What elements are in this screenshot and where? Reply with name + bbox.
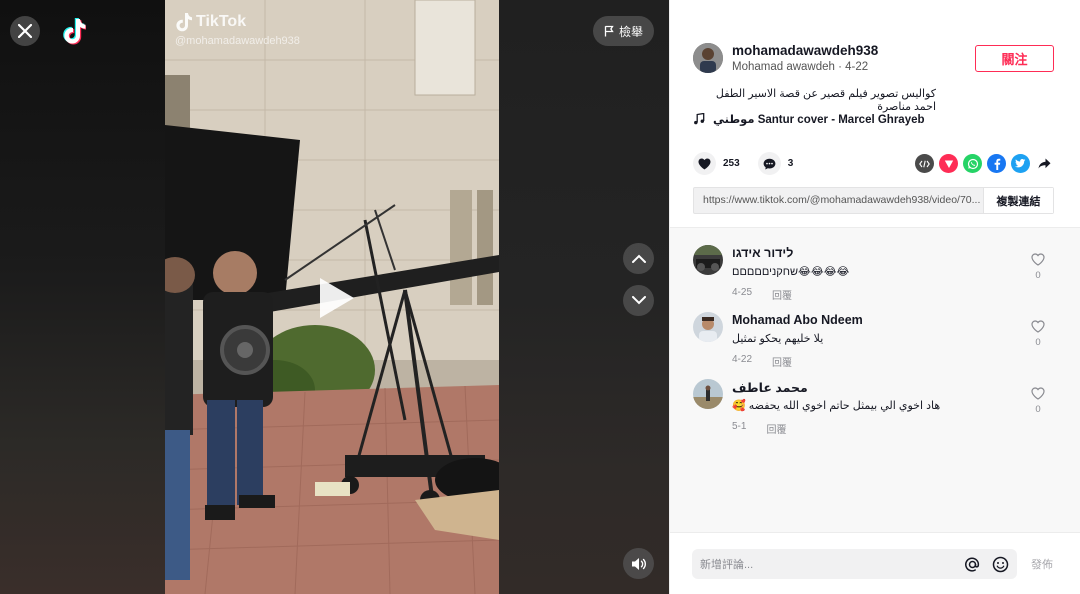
- close-icon: [18, 24, 32, 38]
- whatsapp-icon: [967, 158, 978, 169]
- comment-like-button[interactable]: 0: [1029, 320, 1047, 348]
- embed-code-icon: [919, 160, 930, 167]
- flag-icon: [604, 25, 614, 37]
- comment-like-count: 0: [1035, 404, 1041, 415]
- send-to-friends-button[interactable]: [939, 154, 958, 173]
- comment-like-button[interactable]: 0: [1029, 387, 1047, 415]
- reply-button[interactable]: 回覆: [766, 421, 786, 436]
- music-link[interactable]: موطني Santur cover - Marcel Ghrayeb: [693, 112, 925, 126]
- more-share-button[interactable]: [1035, 154, 1054, 173]
- mention-icon[interactable]: [964, 556, 981, 573]
- reply-button[interactable]: 回覆: [772, 354, 792, 369]
- twitter-share-button[interactable]: [1011, 154, 1030, 173]
- comment-meta: 5-1 回覆: [732, 421, 786, 436]
- comment-input-placeholder[interactable]: 新增評論...: [700, 556, 964, 572]
- comment-input[interactable]: 新增評論...: [692, 549, 1017, 579]
- share-arrow-icon: [1038, 158, 1051, 169]
- report-label: 檢舉: [618, 24, 643, 39]
- tiktok-watermark-icon: [176, 13, 192, 32]
- commenter-name[interactable]: محمد عاطف: [732, 380, 808, 395]
- follow-button[interactable]: 關注: [975, 45, 1054, 72]
- commenter-name[interactable]: לידור אידגו: [732, 246, 793, 260]
- comment-date: 4-22: [732, 354, 753, 365]
- commenter-avatar-image: [693, 312, 723, 342]
- comment-date: 4-25: [732, 287, 753, 298]
- heart-outline-icon: [1031, 320, 1045, 333]
- author-info[interactable]: mohamadawawdeh938 Mohamad awawdeh · 4-22: [693, 43, 878, 73]
- commenter-name[interactable]: Mohamad Abo Ndeem: [732, 313, 863, 327]
- copy-link-button[interactable]: 複製連結: [983, 188, 1053, 213]
- share-link-text[interactable]: https://www.tiktok.com/@mohamadawawdeh93…: [694, 188, 983, 213]
- commenter-avatar-image: [693, 379, 723, 409]
- engagement-stats: 253 3: [693, 152, 793, 175]
- share-link-box: https://www.tiktok.com/@mohamadawawdeh93…: [693, 187, 1054, 214]
- like-button[interactable]: [693, 152, 716, 175]
- author-display-name: Mohamad awawdeh: [732, 61, 835, 73]
- facebook-icon: [994, 158, 1000, 170]
- video-watermark: TikTok @mohamadawawdeh938: [175, 12, 300, 47]
- report-button[interactable]: 檢舉: [593, 16, 654, 46]
- close-button[interactable]: [10, 16, 40, 46]
- video-info-panel: mohamadawawdeh938 Mohamad awawdeh · 4-22…: [669, 0, 1080, 594]
- twitter-icon: [1015, 159, 1026, 168]
- speaker-icon: [631, 557, 646, 570]
- comment-date: 5-1: [732, 421, 747, 432]
- emoji-icon[interactable]: [992, 556, 1009, 573]
- author-username[interactable]: mohamadawawdeh938: [732, 43, 878, 58]
- comment-text: 🥰 هاد اخوي الي بيمثل حاتم اخوي الله يحفض…: [732, 400, 941, 412]
- next-video-button[interactable]: [623, 285, 654, 316]
- comment-meta: 4-22 回覆: [732, 354, 792, 369]
- whatsapp-share-button[interactable]: [963, 154, 982, 173]
- comment-list[interactable]: לידור אידגו שחקניםםםםם😂😂😂😂 4-25 回覆 0 Moh…: [670, 228, 1080, 532]
- watermark-brand: TikTok: [196, 13, 247, 30]
- commenter-avatar[interactable]: [693, 379, 723, 409]
- music-title: موطني Santur cover - Marcel Ghrayeb: [713, 114, 925, 126]
- heart-outline-icon: [1031, 253, 1045, 266]
- blurred-backdrop-left: [0, 0, 165, 594]
- comment-text: يلا خليهم يحكو تمثيل: [732, 333, 824, 345]
- comment-button[interactable]: [757, 152, 781, 175]
- commenter-avatar[interactable]: [693, 312, 723, 342]
- comment-composer: 新增評論... 發佈: [670, 532, 1080, 594]
- volume-button[interactable]: [623, 548, 654, 579]
- comment-icon: [763, 158, 776, 169]
- comment-like-count: 0: [1035, 270, 1041, 281]
- facebook-share-button[interactable]: [987, 154, 1006, 173]
- video-caption: كواليس تصوير فيلم قصير عن قصة الاسير الط…: [715, 88, 936, 113]
- author-avatar-image: [693, 43, 723, 73]
- post-date: 4-22: [845, 61, 869, 73]
- comment-count: 3: [787, 158, 794, 169]
- heart-outline-icon: [1031, 387, 1045, 400]
- commenter-avatar-image: [693, 245, 723, 275]
- embed-button[interactable]: [915, 154, 934, 173]
- comment-like-count: 0: [1035, 337, 1041, 348]
- music-note-icon: [694, 113, 705, 125]
- comment-text: שחקניםםםםם😂😂😂😂: [732, 266, 850, 278]
- heart-icon: [698, 158, 711, 169]
- tiktok-logo-icon: [63, 18, 86, 45]
- author-avatar[interactable]: [693, 43, 723, 73]
- video-detail-modal: TikTok @mohamadawawdeh938 檢舉 mohamadawaw…: [0, 0, 1080, 594]
- post-comment-button[interactable]: 發佈: [1031, 556, 1053, 572]
- play-icon[interactable]: [316, 276, 356, 320]
- author-subline: Mohamad awawdeh · 4-22: [732, 61, 878, 73]
- like-count: 253: [723, 158, 740, 169]
- video-stage: TikTok @mohamadawawdeh938 檢舉: [0, 0, 669, 594]
- watermark-handle: @mohamadawawdeh938: [175, 35, 300, 47]
- chevron-up-icon: [631, 254, 646, 263]
- chevron-down-icon: [631, 296, 646, 305]
- previous-video-button[interactable]: [623, 243, 654, 274]
- tiktok-logo[interactable]: [60, 16, 88, 46]
- commenter-avatar[interactable]: [693, 245, 723, 275]
- comment-like-button[interactable]: 0: [1029, 253, 1047, 281]
- share-buttons: [915, 154, 1054, 173]
- comment-meta: 4-25 回覆: [732, 287, 792, 302]
- send-icon: [944, 160, 953, 168]
- reply-button[interactable]: 回覆: [772, 287, 792, 302]
